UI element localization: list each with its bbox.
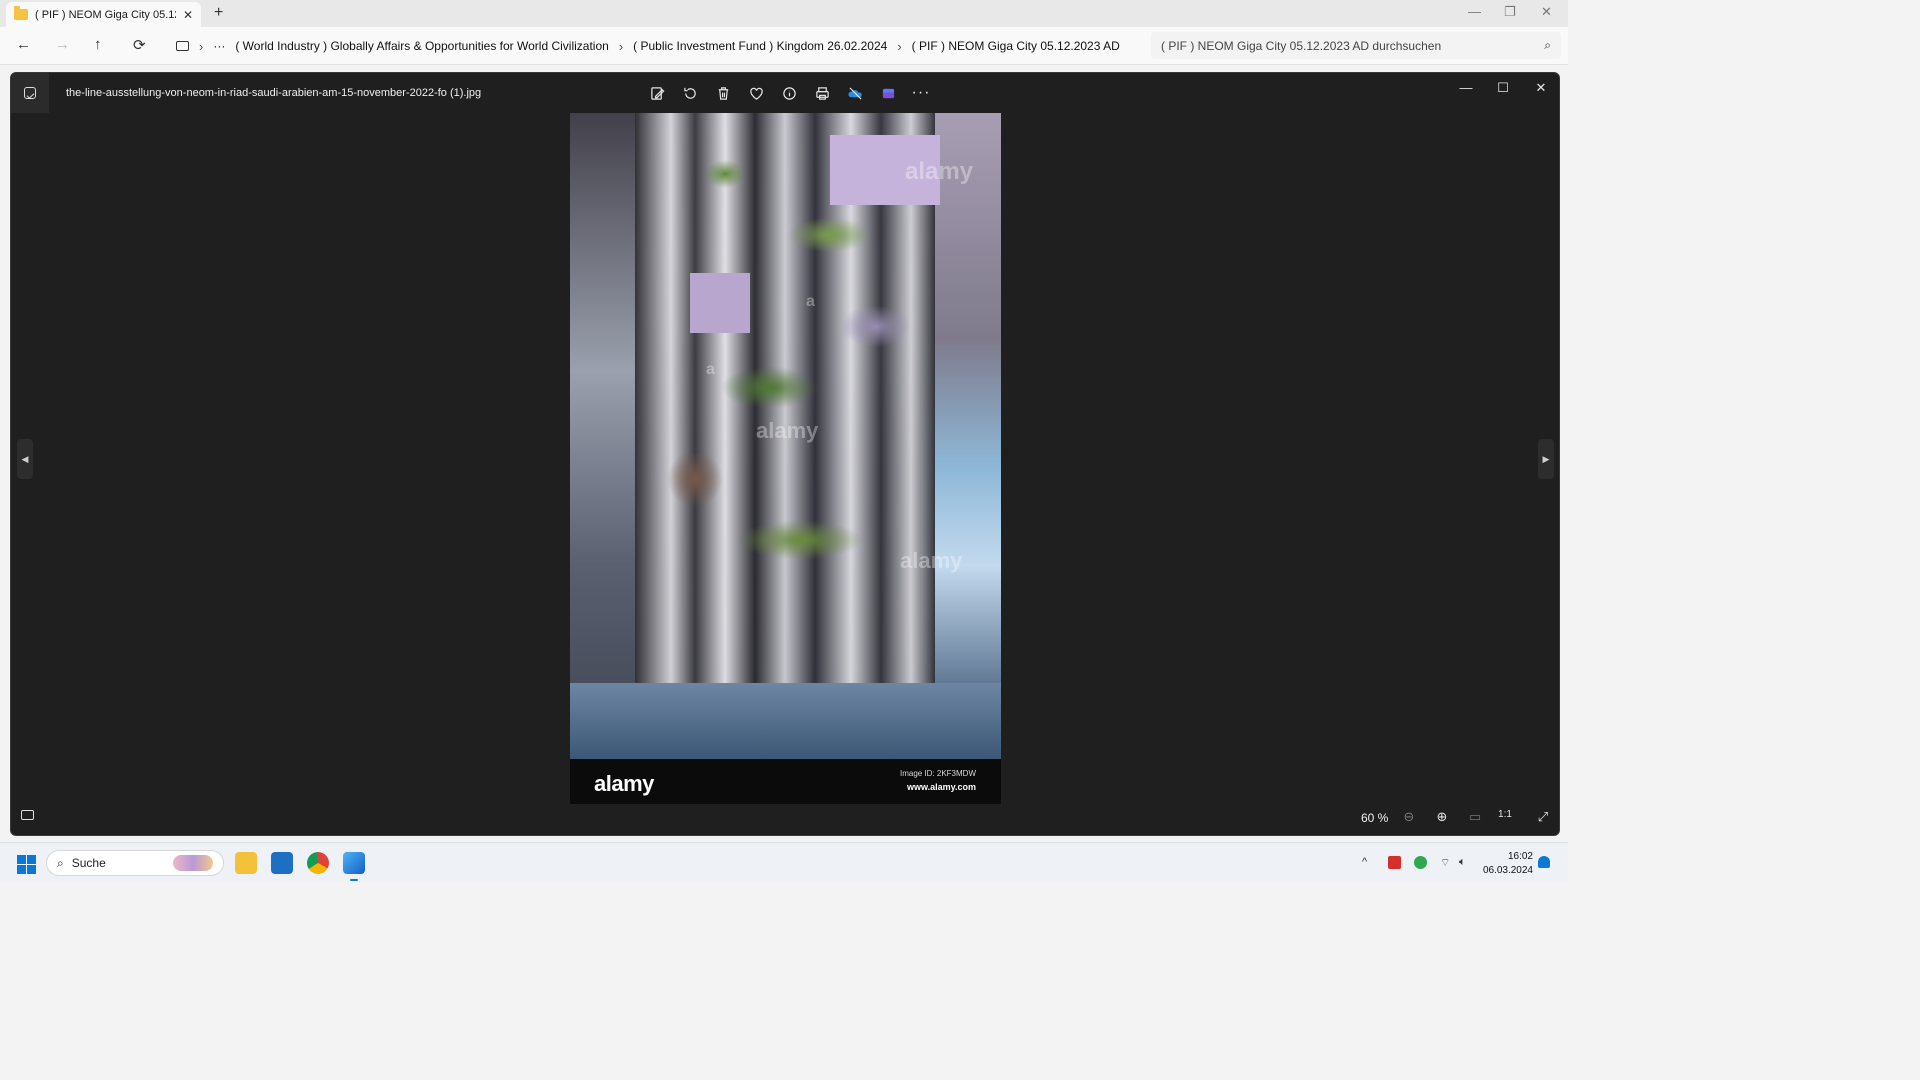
forward-button[interactable]: → [55,36,70,53]
photo-watermark-letter: a [706,361,715,378]
security-tray-icon[interactable] [1414,856,1427,869]
photos-app-icon [11,73,49,113]
fit-to-window-icon[interactable]: ▭ [1466,809,1484,827]
breadcrumb-more[interactable]: ··· [213,39,225,53]
photo-image-id: Image ID: 2KF3MDW [899,769,976,778]
rotate-icon[interactable] [680,83,700,103]
photo-filename: the-line-ausstellung-von-neom-in-riad-sa… [66,87,482,99]
photo-left-panel [570,113,640,759]
actual-size-icon[interactable]: 1:1 [1496,809,1514,827]
delete-icon[interactable] [713,83,733,103]
explorer-tab-title: ( PIF ) NEOM Giga City 05.12.2 [35,8,176,21]
explorer-tab[interactable]: ( PIF ) NEOM Giga City 05.12.2 ✕ [6,2,201,27]
photo-lavender-block [690,273,750,333]
print-icon[interactable] [812,83,832,103]
breadcrumb-item[interactable]: ( World Industry ) Globally Affairs & Op… [235,39,608,53]
photos-bottom-bar: 60 % ⊖ ⊕ ▭ 1:1 ⤢ [11,801,1559,835]
photo-caption-bar: alamy Image ID: 2KF3MDW www.alamy.com [570,759,1001,804]
taskbar-search-input[interactable]: ⌕ Suche [46,850,224,876]
photo-watermark: alamy [905,158,974,185]
explorer-search-input[interactable]: ( PIF ) NEOM Giga City 05.12.2023 AD dur… [1151,32,1561,59]
start-button[interactable] [17,855,36,874]
photo-viewer[interactable]: ◀ ▶ alamy alamy alamy a a alamy Image ID… [11,113,1559,804]
chevron-right-icon[interactable]: › [619,39,623,54]
photos-titlebar: the-line-ausstellung-von-neom-in-riad-sa… [11,73,1559,113]
search-icon[interactable]: ⌕ [1544,38,1551,53]
clock-time: 16:02 [1507,851,1533,862]
search-icon: ⌕ [57,855,64,870]
volume-icon[interactable]: 🔈︎ [1459,856,1466,869]
zoom-in-icon[interactable]: ⊕ [1433,809,1451,827]
edit-icon[interactable] [647,83,667,103]
photo-water-base [570,683,1001,759]
new-tab-button[interactable]: + [214,4,223,22]
explorer-tab-strip: ( PIF ) NEOM Giga City 05.12.2 ✕ + — ❐ ✕ [0,0,1568,27]
refresh-button[interactable]: ⟳ [133,36,146,54]
clipchamp-icon[interactable] [878,83,898,103]
up-button[interactable]: ↑ [94,36,102,53]
breadcrumb: › ··· ( World Industry ) Globally Affair… [168,33,1145,59]
folder-icon [14,6,28,20]
explorer-address-bar: ← → ↑ ⟳ › ··· ( World Industry ) Globall… [0,27,1568,65]
photo-watermark: alamy [900,548,963,573]
photo-source-url: www.alamy.com [906,782,976,792]
computer-icon[interactable] [176,41,189,51]
clock-date: 06.03.2024 [1482,865,1533,876]
displayed-photo: alamy alamy alamy a a alamy Image ID: 2K… [570,113,1001,804]
photo-watermark: alamy [756,418,819,443]
photos-taskbar-icon[interactable] [343,852,365,881]
search-placeholder: ( PIF ) NEOM Giga City 05.12.2023 AD dur… [1161,38,1442,53]
photos-maximize-button[interactable]: ☐ [1491,80,1515,100]
tray-chevron-icon[interactable]: ^ [1362,856,1367,868]
wifi-icon[interactable]: ⌔ [1440,856,1450,870]
breadcrumb-item[interactable]: ( Public Investment Fund ) Kingdom 26.02… [633,39,887,53]
close-tab-button[interactable]: ✕ [183,8,193,22]
previous-photo-button[interactable]: ◀ [17,439,33,479]
notification-bell-icon[interactable] [1538,856,1550,868]
favorite-icon[interactable] [746,83,766,103]
photo-watermark-letter: a [806,293,815,310]
zoom-out-icon[interactable]: ⊖ [1400,809,1418,827]
file-explorer-icon[interactable] [235,852,257,874]
back-button[interactable]: ← [16,36,31,53]
search-highlight-image [173,855,213,871]
photos-close-button[interactable]: ✕ [1529,80,1553,100]
taskbar: ⌕ Suche ^ ⌔ 🔈︎ 16:02 06.03.2024 [0,842,1568,882]
breadcrumb-item[interactable]: ( PIF ) NEOM Giga City 05.12.2023 AD [912,39,1120,53]
acrobat-tray-icon[interactable] [1388,856,1401,869]
system-clock[interactable]: 16:02 06.03.2024 [1480,850,1533,878]
taskbar-search-label: Suche [71,856,106,870]
fullscreen-icon[interactable]: ⤢ [1534,809,1552,827]
chevron-right-icon[interactable]: › [199,39,203,54]
microsoft-store-icon[interactable] [271,852,293,874]
onedrive-icon[interactable] [845,83,865,103]
chrome-icon[interactable] [307,852,329,874]
explorer-minimize-button[interactable]: — [1468,4,1481,19]
image-icon [24,87,36,99]
explorer-restore-button[interactable]: ❐ [1504,4,1516,20]
photos-minimize-button[interactable]: — [1454,80,1478,100]
more-icon[interactable]: ··· [911,83,931,103]
alamy-logo: alamy [594,771,654,796]
filmstrip-icon[interactable] [21,810,34,820]
zoom-level[interactable]: 60 % [1361,811,1388,825]
explorer-close-button[interactable]: ✕ [1541,4,1552,20]
next-photo-button[interactable]: ▶ [1538,439,1554,479]
photo-toolbar: ··· [647,83,931,103]
info-icon[interactable] [779,83,799,103]
chevron-right-icon[interactable]: › [897,39,901,54]
photos-window: the-line-ausstellung-von-neom-in-riad-sa… [10,72,1560,836]
